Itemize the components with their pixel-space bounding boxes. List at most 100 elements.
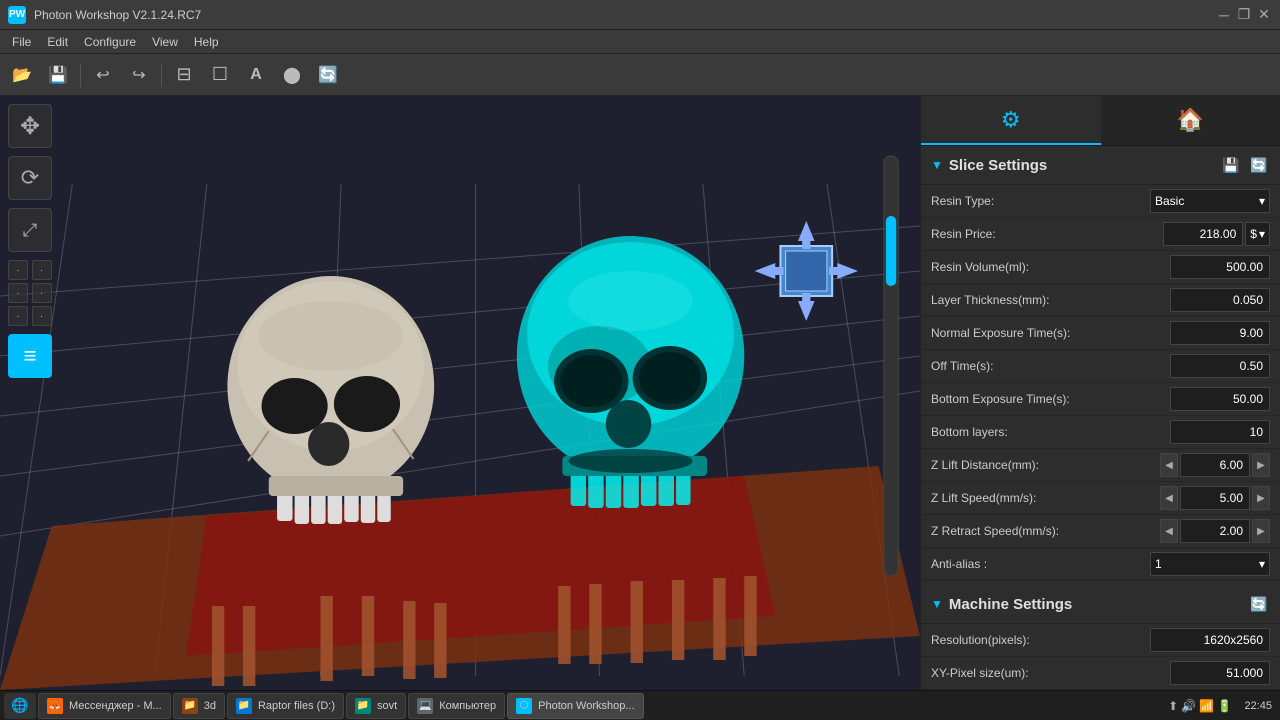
grid-btn-4[interactable]: · [32,283,52,303]
taskbar-3d[interactable]: 📁 3d [173,693,225,719]
tool-grid: · · · · · · [8,260,52,326]
z-lift-speed-inc[interactable]: ▶ [1252,486,1270,510]
app-icon: PW [8,6,26,24]
anti-alias-row: Anti-alias : 1 ▾ [921,548,1280,581]
anti-alias-select[interactable]: 1 ▾ [1150,552,1270,576]
hollow-btn[interactable]: ☐ [204,59,236,91]
viewport[interactable]: ✥ ⟳ ⤢ · · · · · · ≡ [0,96,920,690]
taskbar-sovt-label: sovt [377,700,397,712]
normal-exposure-label: Normal Exposure Time(s): [931,326,1170,340]
resolution-row: Resolution(pixels): 1620x2560 [921,624,1280,657]
save-btn[interactable]: 💾 [42,59,74,91]
panel-content[interactable]: ▼ Slice Settings 💾 🔄 Resin Type: Basic ▾… [921,146,1280,690]
tray-icon-1: ⬆ [1168,699,1178,713]
right-panel: ⚙ 🏠 ▼ Slice Settings 💾 🔄 Resin Type: Bas… [920,96,1280,690]
slice-save-icon[interactable]: 💾 [1220,154,1242,176]
bottom-layers-input[interactable]: 10 [1170,420,1270,444]
taskbar-sovt[interactable]: 📁 sovt [346,693,406,719]
machine-settings-header: ▼ Machine Settings 🔄 [921,585,1280,624]
maximize-button[interactable]: ❐ [1236,7,1252,23]
slice-settings-title: Slice Settings [949,157,1214,174]
open-folder-btn[interactable]: 📂 [6,59,38,91]
resin-price-input[interactable]: 218.00 [1163,222,1243,246]
z-lift-dist-val[interactable]: 6.00 [1180,453,1250,477]
z-lift-speed-val[interactable]: 5.00 [1180,486,1250,510]
taskbar-messenger[interactable]: 🦊 Мессенджер - M... [38,693,171,719]
normal-exposure-input[interactable]: 9.00 [1170,321,1270,345]
toolbar-sep-2 [161,63,162,87]
resin-volume-row: Resin Volume(ml): 500.00 [921,251,1280,284]
resin-price-unit[interactable]: $ ▾ [1245,222,1270,246]
grid-btn-6[interactable]: · [32,306,52,326]
xy-pixel-value[interactable]: 51.000 [1170,661,1270,685]
machine-refresh-icon[interactable]: 🔄 [1248,593,1270,615]
menu-file[interactable]: File [4,30,39,53]
z-lift-dist-dec[interactable]: ◀ [1160,453,1178,477]
sphere-btn[interactable]: ⬤ [276,59,308,91]
z-lift-speed-spinner: ◀ 5.00 ▶ [1160,486,1270,510]
menu-edit[interactable]: Edit [39,30,76,53]
resin-type-label: Resin Type: [931,194,1150,208]
bottom-exposure-label: Bottom Exposure Time(s): [931,392,1170,406]
grid-btn-5[interactable]: · [8,306,28,326]
tray-icon-4: 🔋 [1217,699,1232,713]
z-retract-speed-dec[interactable]: ◀ [1160,519,1178,543]
taskbar-computer-label: Компьютер [439,700,496,712]
resin-type-select[interactable]: Basic ▾ [1150,189,1270,213]
slice-settings-header: ▼ Slice Settings 💾 🔄 [921,146,1280,185]
rotate-tool-btn[interactable]: ⟳ [8,156,52,200]
z-retract-speed-val[interactable]: 2.00 [1180,519,1250,543]
zoom-tool-btn[interactable]: ⤢ [8,208,52,252]
taskbar-computer[interactable]: 💻 Компьютер [408,693,505,719]
move-tool-btn[interactable]: ✥ [8,104,52,148]
grid-btn-2[interactable]: · [32,260,52,280]
off-time-input[interactable]: 0.50 [1170,354,1270,378]
taskbar-3d-label: 3d [204,700,216,712]
mirror-btn[interactable]: ⊟ [168,59,200,91]
taskbar-messenger-label: Мессенджер - M... [69,700,162,712]
redo-btn[interactable]: ↪ [123,59,155,91]
settings-tab[interactable]: ⚙ [921,96,1101,145]
resin-volume-input[interactable]: 500.00 [1170,255,1270,279]
menu-view[interactable]: View [144,30,186,53]
z-lift-speed-dec[interactable]: ◀ [1160,486,1178,510]
undo-btn[interactable]: ↩ [87,59,119,91]
objects-tab[interactable]: 🏠 [1101,96,1280,145]
taskbar-raptor-label: Raptor files (D:) [258,700,335,712]
taskbar-3d-icon: 📁 [182,698,198,714]
slice-refresh-icon[interactable]: 🔄 [1248,154,1270,176]
bottom-exposure-input[interactable]: 50.00 [1170,387,1270,411]
taskbar-photon-icon: ⬡ [516,698,532,714]
window-controls: ─ ❐ ✕ [1216,7,1272,23]
minimize-button[interactable]: ─ [1216,7,1232,23]
menu-configure[interactable]: Configure [76,30,144,53]
taskbar-start-button[interactable]: 🌐 [4,693,36,719]
tray-icon-3: 📶 [1199,699,1214,713]
resin-price-field: 218.00 $ ▾ [1163,222,1270,246]
scene-btn[interactable]: 🔄 [312,59,344,91]
menu-help[interactable]: Help [186,30,227,53]
viewport-grid [0,96,920,690]
z-retract-speed-inc[interactable]: ▶ [1252,519,1270,543]
taskbar: 🌐 🦊 Мессенджер - M... 📁 3d 📁 Raptor file… [0,690,1280,720]
bottom-layers-row: Bottom layers: 10 [921,416,1280,449]
toolbar-sep-1 [80,63,81,87]
off-time-label: Off Time(s): [931,359,1170,373]
close-button[interactable]: ✕ [1256,7,1272,23]
taskbar-photon-label: Photon Workshop... [538,700,634,712]
machine-settings-title: Machine Settings [949,596,1242,613]
z-lift-dist-inc[interactable]: ▶ [1252,453,1270,477]
grid-btn-1[interactable]: · [8,260,28,280]
resin-price-row: Resin Price: 218.00 $ ▾ [921,218,1280,251]
sys-tray-icons: ⬆ 🔊 📶 🔋 [1168,699,1232,713]
z-retract-speed-spinner: ◀ 2.00 ▶ [1160,519,1270,543]
taskbar-photon[interactable]: ⬡ Photon Workshop... [507,693,643,719]
layer-thickness-row: Layer Thickness(mm): 0.050 [921,284,1280,317]
system-clock: 22:45 [1236,700,1272,712]
stack-tool-btn[interactable]: ≡ [8,334,52,378]
text-btn[interactable]: A [240,59,272,91]
taskbar-raptor[interactable]: 📁 Raptor files (D:) [227,693,344,719]
taskbar-computer-icon: 💻 [417,698,433,714]
grid-btn-3[interactable]: · [8,283,28,303]
layer-thickness-input[interactable]: 0.050 [1170,288,1270,312]
